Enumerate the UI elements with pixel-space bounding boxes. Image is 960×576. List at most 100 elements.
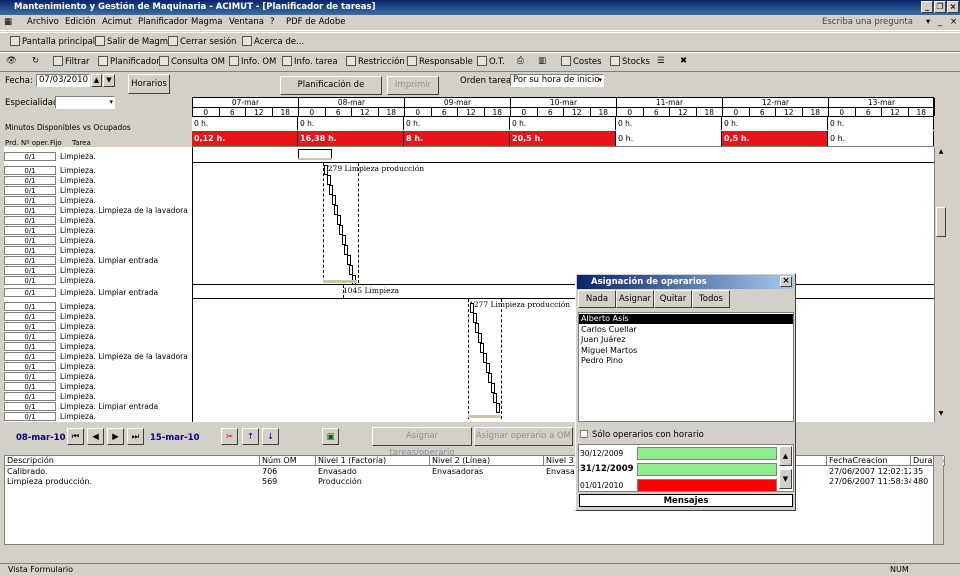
task-row[interactable]: 0/1 Limpieza. Limpieza de la lavadora <box>4 352 188 362</box>
task-row[interactable]: 0/1 Limpieza. <box>4 186 96 196</box>
gantt-dashed-line[interactable] <box>358 163 359 283</box>
task-row[interactable]: 0/1 Limpieza. <box>4 392 96 402</box>
table-header[interactable]: Nivel 1 (Factoría) <box>316 456 430 466</box>
gantt-step-bar[interactable] <box>344 245 348 255</box>
operario-item[interactable]: Juan Juárez <box>579 335 793 345</box>
horarios-button[interactable]: Horarios <box>128 74 170 94</box>
tab-nada[interactable]: Nada <box>578 290 616 308</box>
delete-icon[interactable]: ✖ <box>680 56 687 66</box>
menu-help[interactable]: ? <box>270 17 275 27</box>
refresh-icon[interactable]: ↻ <box>32 56 39 66</box>
gantt-step-bar[interactable] <box>485 363 490 373</box>
table-cell[interactable]: 569 <box>260 477 316 487</box>
scroll-down-icon[interactable]: ▼ <box>936 410 946 420</box>
unassign-icon[interactable]: ✂ <box>221 428 238 445</box>
planificador-button[interactable]: Planificador <box>98 56 160 67</box>
row-separator[interactable] <box>193 162 935 163</box>
schedule-down-icon[interactable]: ▼ <box>779 469 792 489</box>
gantt-step-bar[interactable] <box>493 393 498 403</box>
responsable-button[interactable]: Responsable <box>407 56 473 67</box>
task-row[interactable]: 0/1 Limpieza. Limpieza de la lavadora <box>4 206 188 216</box>
task-row[interactable]: 0/1 Limpieza. <box>4 362 96 372</box>
gantt-step-bar[interactable] <box>341 235 346 245</box>
tab-quitar[interactable]: Quitar <box>654 290 692 308</box>
fecha-input[interactable]: 07/03/2010 <box>36 74 90 87</box>
ot-button[interactable]: O.T. <box>477 56 505 67</box>
costes-button[interactable]: Costes <box>561 56 602 67</box>
task-row[interactable]: 0/1 Limpieza. <box>4 312 96 322</box>
menu-ventana[interactable]: Ventana <box>229 17 264 27</box>
gantt-step-bar[interactable] <box>346 255 351 265</box>
gantt-step-bar[interactable] <box>349 265 353 275</box>
gantt-step-bar[interactable] <box>336 215 341 225</box>
task-row[interactable]: 0/1 Limpieza. <box>4 236 96 246</box>
task-row[interactable]: 0/1 Limpieza. <box>4 332 96 342</box>
task-row[interactable]: 0/1 Limpieza. <box>4 152 96 162</box>
gantt-step-bar[interactable] <box>470 303 474 313</box>
gantt-dashed-line[interactable] <box>468 299 469 419</box>
doc-close-icon[interactable]: × <box>950 17 957 27</box>
especialidad-select[interactable]: ▾ <box>55 96 115 109</box>
table-vertical-scrollbar[interactable] <box>933 456 943 544</box>
task-row[interactable]: 0/1 Limpieza. <box>4 412 96 422</box>
close-button[interactable]: × <box>947 1 959 13</box>
menu-planificador[interactable]: Planificador <box>138 17 188 27</box>
table-header[interactable]: Núm OM <box>260 456 316 466</box>
info-om-button[interactable]: Info. OM <box>229 56 276 67</box>
filtrar-button[interactable]: Filtrar <box>53 56 90 67</box>
task-row[interactable]: 0/1 Limpieza. <box>4 372 96 382</box>
task-row[interactable]: 0/1 Limpieza. <box>4 216 96 226</box>
task-row[interactable]: 0/1 Limpieza. <box>4 276 96 286</box>
gantt-step-bar[interactable] <box>475 323 480 333</box>
dialog-close-button[interactable]: × <box>780 276 792 287</box>
app-menu-icon[interactable]: ▦ <box>4 17 12 27</box>
task-row[interactable]: 0/1 Limpieza. <box>4 166 96 176</box>
operario-item[interactable]: Miguel Martos <box>579 346 793 356</box>
table-header[interactable]: Descripción <box>5 456 260 466</box>
planificacion-paradas-button[interactable]: Planificación de paradas <box>280 76 382 107</box>
mensajes-button[interactable]: Mensajes <box>579 494 793 507</box>
task-row[interactable]: 0/1 Limpieza. <box>4 302 96 312</box>
binoculars-icon[interactable]: 👁 <box>6 56 17 66</box>
gantt-step-bar[interactable] <box>326 175 331 185</box>
task-row[interactable]: 0/1 Limpieza. Limpiar entrada <box>4 256 158 266</box>
menu-magma[interactable]: Magma <box>191 17 222 27</box>
gantt-dashed-line[interactable] <box>501 299 502 419</box>
info-tarea-button[interactable]: Info. tarea <box>282 56 338 67</box>
gantt-step-bar[interactable] <box>329 185 333 195</box>
asignar-tareas-button[interactable]: Asignar tareas/operario <box>372 427 472 458</box>
task-row[interactable]: 0/1 Limpieza. Limpiar entrada <box>4 288 158 298</box>
salir-magma-button[interactable]: Salir de Magma <box>95 36 173 47</box>
list-icon[interactable]: ☰ <box>657 56 665 66</box>
ask-question-input[interactable]: Escriba una pregunta <box>822 17 922 30</box>
table-header[interactable]: Nivel 2 (Línea) <box>430 456 544 466</box>
task-row[interactable]: 0/1 Limpieza. <box>4 322 96 332</box>
task-row[interactable]: 0/1 Limpieza. <box>4 176 96 186</box>
schedule-up-icon[interactable]: ▲ <box>779 446 792 466</box>
restriccion-button[interactable]: Restricción <box>346 56 405 67</box>
gantt-step-bar[interactable] <box>496 403 500 413</box>
acerca-de-button[interactable]: Acerca de... <box>242 36 304 47</box>
tab-todos[interactable]: Todos <box>692 290 730 308</box>
menu-acimut[interactable]: Acimut <box>102 17 132 27</box>
task-row[interactable]: 0/1 Limpieza. <box>4 246 96 256</box>
restore-button[interactable]: ❐ <box>934 1 946 13</box>
move-down-icon[interactable]: ↓ <box>262 428 279 445</box>
orden-tareas-select[interactable]: Por su hora de inicio ▾ <box>510 74 604 87</box>
pantalla-principal-button[interactable]: Pantalla principal <box>10 36 95 47</box>
gantt-step-bar[interactable] <box>339 225 343 235</box>
imprimir-om-button[interactable]: Imprimir OM <box>387 76 439 107</box>
gantt-step-bar[interactable] <box>472 313 477 323</box>
table-cell[interactable]: Envasadoras <box>430 467 544 477</box>
solo-horario-checkbox[interactable] <box>580 430 588 438</box>
books-icon[interactable]: ▥ <box>538 56 546 66</box>
menu-edicion[interactable]: Edición <box>65 17 96 27</box>
row-separator[interactable] <box>193 284 935 285</box>
fecha-spin-button[interactable]: ▲ <box>91 74 102 87</box>
prev-page-button[interactable]: ◀ <box>87 428 104 445</box>
fecha-calendar-button[interactable]: ▼ <box>103 74 115 87</box>
gantt-progress-bar[interactable] <box>298 158 332 160</box>
table-cell[interactable]: 27/06/2007 11:58:34 <box>827 477 911 487</box>
table-cell[interactable]: 27/06/2007 12:02:12 <box>827 467 911 477</box>
tab-asignar[interactable]: Asignar <box>616 290 654 308</box>
